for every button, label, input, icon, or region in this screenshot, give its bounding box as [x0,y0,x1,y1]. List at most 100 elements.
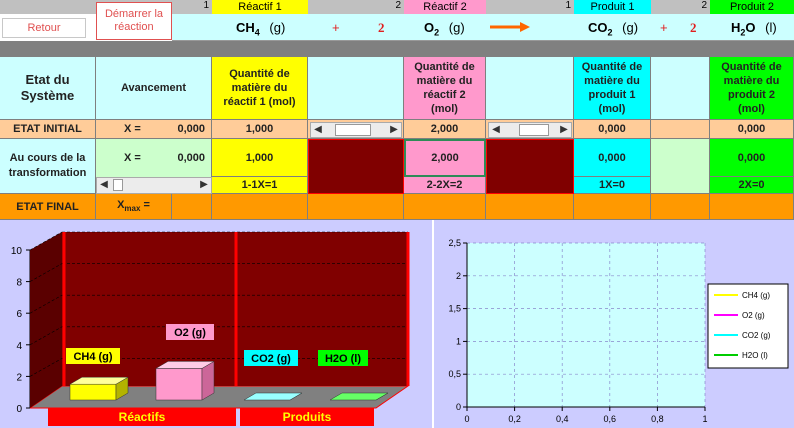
header-number-2: 2 [395,0,401,11]
line-y-tick-label: 2 [456,271,461,281]
final-cell-2 [212,194,308,220]
header-number-4: 2 [701,0,707,11]
bar-y-tick-label: 10 [11,246,23,257]
formula-co2: CO2 (g) [588,20,639,38]
scroll-right-icon[interactable]: ▶ [557,123,571,137]
label-o2: O2 (g) [174,327,206,339]
spacer-header-1 [308,57,404,120]
cours-dark-cell-1 [308,139,404,194]
final-cell-5 [486,194,574,220]
scroll-thumb[interactable] [335,124,371,136]
spacer-header-2 [486,57,574,120]
etat-initial-label: ETAT INITIAL [0,120,96,139]
initial-reactif1: 1,000 [212,120,308,139]
label-co2: CO2 (g) [251,353,291,365]
final-cell-8 [710,194,794,220]
final-cell-1 [172,194,212,220]
cours-dark-cell-2 [486,139,574,194]
quantite-reactif1-header: Quantité de matière du réactif 1 (mol) [212,57,308,120]
line-x-tick-label: 1 [702,414,707,424]
coefficient-o2: 2 [378,20,385,35]
header-produit2: Produit 2 [710,0,794,14]
xmax-cell: Xmax = [96,194,172,220]
reaction-arrow-icon [490,22,530,32]
cours-produit2: 0,000 [710,139,794,177]
formula-ch4: CH4 (g) [236,20,286,38]
legend-label: CO2 (g) [742,331,771,340]
line-x-tick-label: 0,2 [508,414,521,424]
line-chart: 0 0,2 0,4 0,6 0,8 1 0 0,5 1 1,5 2 2,5 CH4 (g) O2 (g)… [448,238,789,424]
quantite-reactif2-header: Quantité de matière du réactif 2 (mol) [404,57,486,120]
x-label-cours: X = [124,152,141,164]
legend-label: CH4 (g) [742,291,770,300]
etat-final-label: ETAT FINAL [0,194,96,220]
legend-label: O2 (g) [742,311,765,320]
bar-y-tick-label: 2 [16,372,22,383]
cours-reactif1: 1,000 [212,139,308,177]
line-x-tick-label: 0,6 [604,414,617,424]
bar-front [155,368,203,401]
formula-o2: O2 (g) [424,20,465,38]
initial-spacer-3 [651,120,710,139]
line-y-tick-label: 0 [456,402,461,412]
avancement-header: Avancement [96,57,212,120]
quantite-produit2-header: Quantité de matière du produit 2 (mol) [710,57,794,120]
xmax-label: Xmax = [117,199,150,214]
line-y-tick-label: 2,5 [448,238,461,248]
bar-chart-3d: 0 2 4 6 8 10 CH4 (g) O2 (g) CO2 (g) H2O (l) R… [11,231,410,426]
scroll-thumb[interactable] [113,179,123,191]
coefficient-h2o: 2 [690,20,697,35]
reactif2-quantity-scrollbar[interactable]: ◀ ▶ [488,122,572,138]
bar-y-tick-label: 4 [16,341,22,352]
line-chart-plot-area [467,243,705,407]
scroll-left-icon[interactable]: ◀ [311,123,325,137]
group-produits-label: Produits [283,410,332,424]
cours-produit1: 0,000 [574,139,651,177]
avancement-cours: X = 0,000 [96,139,212,177]
header-reactif2: Réactif 2 [404,0,486,14]
scroll-left-icon[interactable]: ◀ [489,123,503,137]
header-produit1: Produit 1 [574,0,651,14]
scroll-right-icon[interactable]: ▶ [387,123,401,137]
avancement-scrollbar[interactable]: ◀ ▶ [96,177,212,194]
legend-label: H2O (l) [742,351,768,360]
line-x-tick-label: 0,4 [556,414,569,424]
au-cours-label: Au cours de la transformation [0,139,96,194]
bar-y-tick-label: 6 [16,309,22,320]
cours-spacer-3 [651,139,710,194]
scroll-right-icon[interactable]: ▶ [197,178,211,192]
final-cell-6 [574,194,651,220]
x-label-initial: X = [124,123,141,135]
bar-y-tick-label: 8 [16,278,22,289]
demarrer-reaction-button[interactable]: Démarrer la réaction [96,2,172,40]
cours-reactif2[interactable]: 2,000 [404,139,486,177]
spacer-header-3 [651,57,710,120]
x-value-cours: 0,000 [177,152,205,164]
avancement-initial: X = 0,000 [96,120,212,139]
expr-produit1: 1X=0 [574,177,651,194]
gray-separator [0,41,794,57]
group-reactifs-label: Réactifs [119,410,166,424]
label-ch4: CH4 (g) [73,351,112,363]
final-cell-7 [651,194,710,220]
header-reactif1: Réactif 1 [212,0,308,14]
label-h2o: H2O (l) [325,353,361,365]
scroll-thumb[interactable] [519,124,549,136]
bar-chart-side-wall [30,232,62,408]
etat-systeme-header: Etat du Système [0,57,96,120]
line-y-tick-label: 0,5 [448,369,461,379]
retour-button[interactable]: Retour [2,18,86,38]
expr-reactif2: 2-2X=2 [404,177,486,194]
reactif1-quantity-scrollbar[interactable]: ◀ ▶ [310,122,402,138]
expr-produit2: 2X=0 [710,177,794,194]
bar-y-tick-label: 0 [16,404,22,415]
final-cell-4 [404,194,486,220]
initial-produit1: 0,000 [574,120,651,139]
initial-reactif2: 2,000 [404,120,486,139]
bar-front [69,383,117,401]
initial-produit2: 0,000 [710,120,794,139]
scroll-left-icon[interactable]: ◀ [97,178,111,192]
expr-reactif1: 1-1X=1 [212,177,308,194]
line-y-tick-label: 1 [456,336,461,346]
plus-sign-1: + [332,20,340,35]
